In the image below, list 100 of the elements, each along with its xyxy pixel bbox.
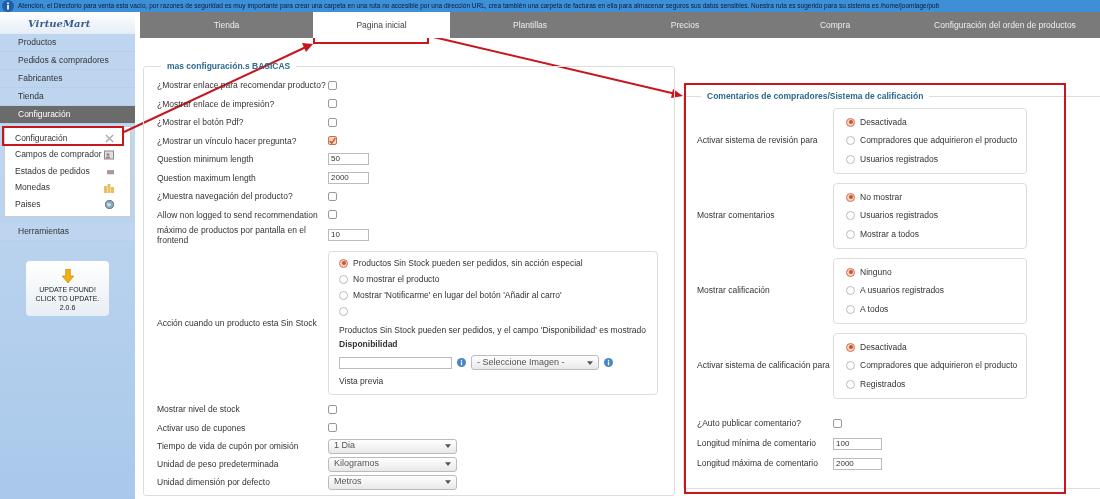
caret-icon bbox=[445, 462, 451, 466]
option-label: Mostrar 'Notificarme' en lugar del botón 'Añadir al carro' bbox=[353, 288, 562, 302]
radio-button[interactable] bbox=[339, 306, 348, 316]
field-label: Mostrar comentarios bbox=[697, 209, 776, 223]
field-label: ¿Muestra navegación del producto? bbox=[157, 191, 294, 201]
field-label: Unidad de peso predeterminada bbox=[157, 459, 280, 469]
text-field[interactable]: 100 bbox=[833, 437, 882, 450]
option-label: Ninguno bbox=[860, 265, 892, 279]
checkbox[interactable] bbox=[328, 136, 337, 145]
radio-button[interactable] bbox=[846, 304, 855, 314]
tab[interactable]: Pagina inicial bbox=[313, 12, 450, 38]
info-icon[interactable] bbox=[604, 358, 613, 368]
field-label: Question minimum length bbox=[157, 154, 255, 164]
logo: VirtueMart bbox=[28, 16, 91, 31]
tab[interactable]: Configuración del orden de productos bbox=[910, 12, 1100, 38]
field-label: Longitud máxima de comentario bbox=[697, 457, 819, 471]
tools-icon bbox=[105, 133, 114, 143]
boxes-icon bbox=[107, 167, 114, 175]
checkbox[interactable] bbox=[328, 99, 337, 108]
submenu-item[interactable]: Campos de comprador bbox=[5, 146, 130, 163]
option-label: No mostrar el producto bbox=[353, 272, 440, 286]
radio-button[interactable] bbox=[339, 290, 348, 300]
submenu-item[interactable]: Monedas bbox=[5, 179, 130, 196]
checkbox[interactable] bbox=[328, 423, 337, 433]
radio-button[interactable] bbox=[846, 117, 855, 127]
text-field[interactable]: 2000 bbox=[833, 457, 882, 470]
dropdown[interactable]: Kilogramos bbox=[328, 456, 457, 472]
option-label: Usuarios registrados bbox=[860, 153, 938, 166]
sidebar-item[interactable]: Productos bbox=[0, 34, 135, 52]
option-label: Desactivada bbox=[860, 340, 907, 354]
tab[interactable]: Tienda bbox=[140, 12, 313, 38]
field-label: ¿Mostrar un vínculo hacer pregunta? bbox=[157, 135, 298, 146]
radio-button[interactable] bbox=[846, 361, 855, 371]
radio-button[interactable] bbox=[846, 136, 855, 146]
field-label: Acción cuando un producto esta Sin Stock bbox=[157, 317, 318, 328]
dropdown[interactable]: 1 Dia bbox=[328, 438, 457, 454]
sidebar-item[interactable]: Fabricantes bbox=[0, 70, 135, 88]
field-label: Unidad dimensión por defecto bbox=[157, 477, 271, 487]
option-label: Compradores que adquirieron el producto bbox=[860, 359, 1018, 373]
section-title: Comentarios de compradores/Sistema de calificación bbox=[706, 90, 925, 103]
user-card-icon bbox=[104, 149, 114, 160]
sidebar-item[interactable]: Tienda bbox=[0, 88, 135, 106]
radio-button[interactable] bbox=[846, 211, 855, 221]
field-label: Allow non logged to send recommendation bbox=[157, 209, 319, 220]
option-label: Registrados bbox=[860, 378, 906, 391]
radio-button[interactable] bbox=[339, 274, 348, 284]
option-description: Productos Sin Stock pueden ser pedidos, y el campo 'Disponibilidad' es mostrado bbox=[339, 323, 647, 337]
checkbox[interactable] bbox=[328, 80, 337, 90]
caret-icon bbox=[445, 444, 451, 448]
tab[interactable]: Precios bbox=[610, 12, 760, 38]
checkbox[interactable] bbox=[328, 210, 337, 219]
checkbox[interactable] bbox=[328, 117, 337, 127]
option-label: Mostrar a todos bbox=[860, 228, 920, 241]
caret-icon bbox=[445, 480, 451, 484]
checkbox[interactable] bbox=[328, 404, 337, 414]
field-label: Tiempo de vida de cupón por omisión bbox=[157, 441, 300, 451]
text-field[interactable]: 2000 bbox=[328, 171, 369, 184]
field-label: Activar sistema de revisión para bbox=[697, 134, 819, 148]
submenu-item[interactable]: Configuración bbox=[5, 130, 130, 147]
text-field[interactable]: 50 bbox=[328, 153, 369, 165]
field-label: Disponibilidad bbox=[339, 337, 399, 351]
download-arrow-icon bbox=[61, 268, 74, 283]
sidebar-item[interactable]: Herramientas bbox=[0, 222, 135, 241]
field-label: Activar uso de cupones bbox=[157, 422, 247, 433]
field-label: máximo de productos por pantalla en el frontend bbox=[157, 224, 307, 245]
checkbox[interactable] bbox=[328, 191, 337, 201]
radio-button[interactable] bbox=[846, 379, 855, 389]
radio-button[interactable] bbox=[846, 286, 855, 296]
radio-button[interactable] bbox=[339, 258, 348, 268]
field-label: Question maximum length bbox=[157, 172, 257, 183]
field-label: ¿Mostrar el botón Pdf? bbox=[157, 117, 245, 127]
globe-icon bbox=[105, 199, 114, 209]
caret-icon bbox=[587, 360, 593, 365]
submenu-item[interactable]: Paises bbox=[5, 196, 130, 213]
info-icon bbox=[2, 0, 14, 12]
radio-button[interactable] bbox=[846, 154, 855, 164]
radio-button[interactable] bbox=[846, 229, 855, 239]
submenu-item[interactable]: Estados de pedidos bbox=[5, 163, 130, 180]
dropdown[interactable]: Metros bbox=[328, 474, 457, 490]
field-label: ¿Auto publicar comentario? bbox=[697, 417, 802, 431]
text-field[interactable]: 10 bbox=[328, 228, 369, 241]
tab[interactable]: Compra bbox=[760, 12, 910, 38]
field-label: Activar sistema de calificación para bbox=[697, 359, 831, 373]
sidebar-item[interactable]: Configuración bbox=[0, 106, 135, 124]
sidebar-item[interactable]: Pedidos & compradores bbox=[0, 52, 135, 70]
option-label: A todos bbox=[860, 303, 889, 316]
text-field[interactable] bbox=[339, 356, 452, 369]
tab[interactable]: Plantillas bbox=[450, 12, 610, 38]
radio-button[interactable] bbox=[846, 342, 855, 352]
info-icon[interactable] bbox=[457, 358, 466, 368]
option-label: Desactivada bbox=[860, 115, 907, 129]
option-label: Productos Sin Stock pueden ser pedidos, sin acción especial bbox=[353, 256, 583, 270]
radio-button[interactable] bbox=[846, 192, 855, 202]
option-label: Usuarios registrados bbox=[860, 209, 938, 223]
checkbox[interactable] bbox=[833, 419, 842, 429]
coins-icon bbox=[104, 182, 114, 193]
dropdown[interactable]: - Seleccione Imagen - bbox=[471, 355, 599, 371]
option-label: No mostrar bbox=[860, 190, 903, 204]
preview-label: Vista previa bbox=[339, 375, 385, 388]
radio-button[interactable] bbox=[846, 267, 855, 277]
